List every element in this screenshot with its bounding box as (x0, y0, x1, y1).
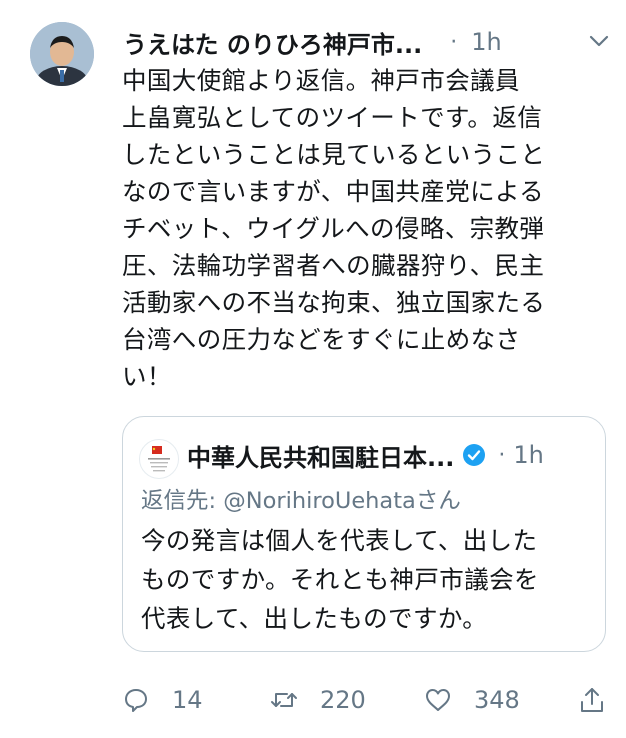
retweet-button[interactable]: 220 (270, 678, 366, 722)
retweet-count: 220 (320, 686, 366, 714)
reply-to-label[interactable]: 返信先: @NorihiroUehataさん (141, 483, 461, 515)
tweet-text: 中国大使館より返信。神戸市会議員 上畠寛弘としてのツイートです。返信 したという… (122, 66, 546, 391)
reply-icon (125, 689, 147, 712)
chevron-down-icon[interactable] (588, 30, 610, 52)
quoted-author-avatar[interactable] (139, 439, 179, 479)
quoted-tweet-header: 中華人民共和国駐日本... · 1h (187, 435, 591, 475)
tweet-header: うえはた のりひろ神戸市... · 1h (123, 22, 608, 62)
quoted-tweet[interactable]: 中華人民共和国駐日本... · 1h 返信先: @NorihiroUehataさ… (122, 416, 606, 652)
timestamp[interactable]: 1h (471, 28, 501, 56)
quoted-separator-dot: · (498, 442, 506, 468)
quoted-timestamp[interactable]: 1h (513, 441, 543, 469)
verified-badge-icon (463, 444, 486, 466)
like-icon (426, 689, 450, 711)
reply-button[interactable]: 14 (122, 678, 203, 722)
share-button[interactable] (578, 678, 606, 722)
separator-dot: · (450, 29, 458, 55)
quoted-tweet-text: 今の発言は個人を代表して、出した ものですか。それとも神戸市議会を 代表して、出… (141, 526, 539, 633)
quoted-author-name[interactable]: 中華人民共和国駐日本... (187, 438, 454, 473)
author-name[interactable]: うえはた のりひろ神戸市... (123, 25, 422, 60)
tweet-actions: 14 220 348 (122, 678, 608, 722)
like-count: 348 (474, 686, 520, 714)
reply-count: 14 (172, 686, 203, 714)
avatar-image (30, 22, 94, 86)
like-button[interactable]: 348 (424, 678, 520, 722)
avatar[interactable] (30, 22, 94, 86)
retweet-icon (271, 693, 297, 707)
tweet[interactable]: うえはた のりひろ神戸市... · 1h 中国大使館より返信。神戸市会議員 上畠… (0, 0, 626, 738)
embassy-logo-icon (148, 446, 170, 472)
share-icon (581, 688, 603, 712)
